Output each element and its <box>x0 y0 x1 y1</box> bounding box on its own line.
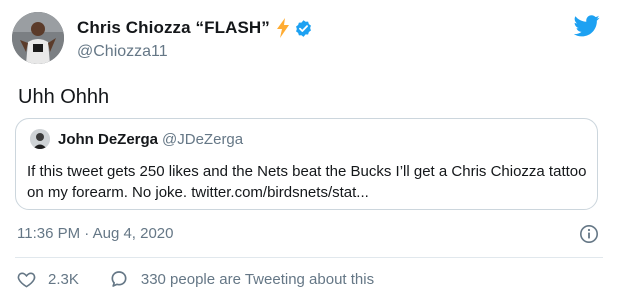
like-count[interactable]: 2.3K <box>48 271 79 288</box>
verified-badge-icon <box>294 19 313 38</box>
twitter-bird-icon[interactable] <box>573 15 600 37</box>
divider <box>15 257 603 258</box>
info-icon[interactable] <box>579 224 599 244</box>
quoted-author-handle: @JDeZerga <box>162 131 244 148</box>
speech-bubble-icon[interactable] <box>109 269 129 289</box>
author-handle[interactable]: @Chiozza11 <box>77 43 168 61</box>
heart-icon[interactable] <box>17 270 36 289</box>
tweet-text: Uhh Ohhh <box>18 86 110 108</box>
quoted-author-row: John DeZerga @JDeZerga <box>58 131 243 148</box>
quoted-tweet[interactable]: John DeZerga @JDeZerga If this tweet gets… <box>15 118 598 210</box>
quoted-author-name: John DeZerga <box>58 131 159 148</box>
quoted-author-avatar <box>30 129 50 149</box>
embedded-tweet-card: Chris Chiozza “FLASH” @Chiozza11 Uhh Ohh… <box>0 0 620 297</box>
quoted-tweet-text: If this tweet gets 250 likes and the Net… <box>27 163 587 201</box>
tweet-actions: 2.3K 330 people are Tweeting about this <box>17 269 374 289</box>
author-avatar[interactable] <box>12 12 64 64</box>
tweeting-about-link[interactable]: 330 people are Tweeting about this <box>141 271 374 288</box>
tweet-timestamp[interactable]: 11:36 PM · Aug 4, 2020 <box>17 225 174 242</box>
lightning-bolt-icon <box>276 18 290 38</box>
author-name-row[interactable]: Chris Chiozza “FLASH” <box>77 18 313 38</box>
author-display-name[interactable]: Chris Chiozza “FLASH” <box>77 18 270 38</box>
